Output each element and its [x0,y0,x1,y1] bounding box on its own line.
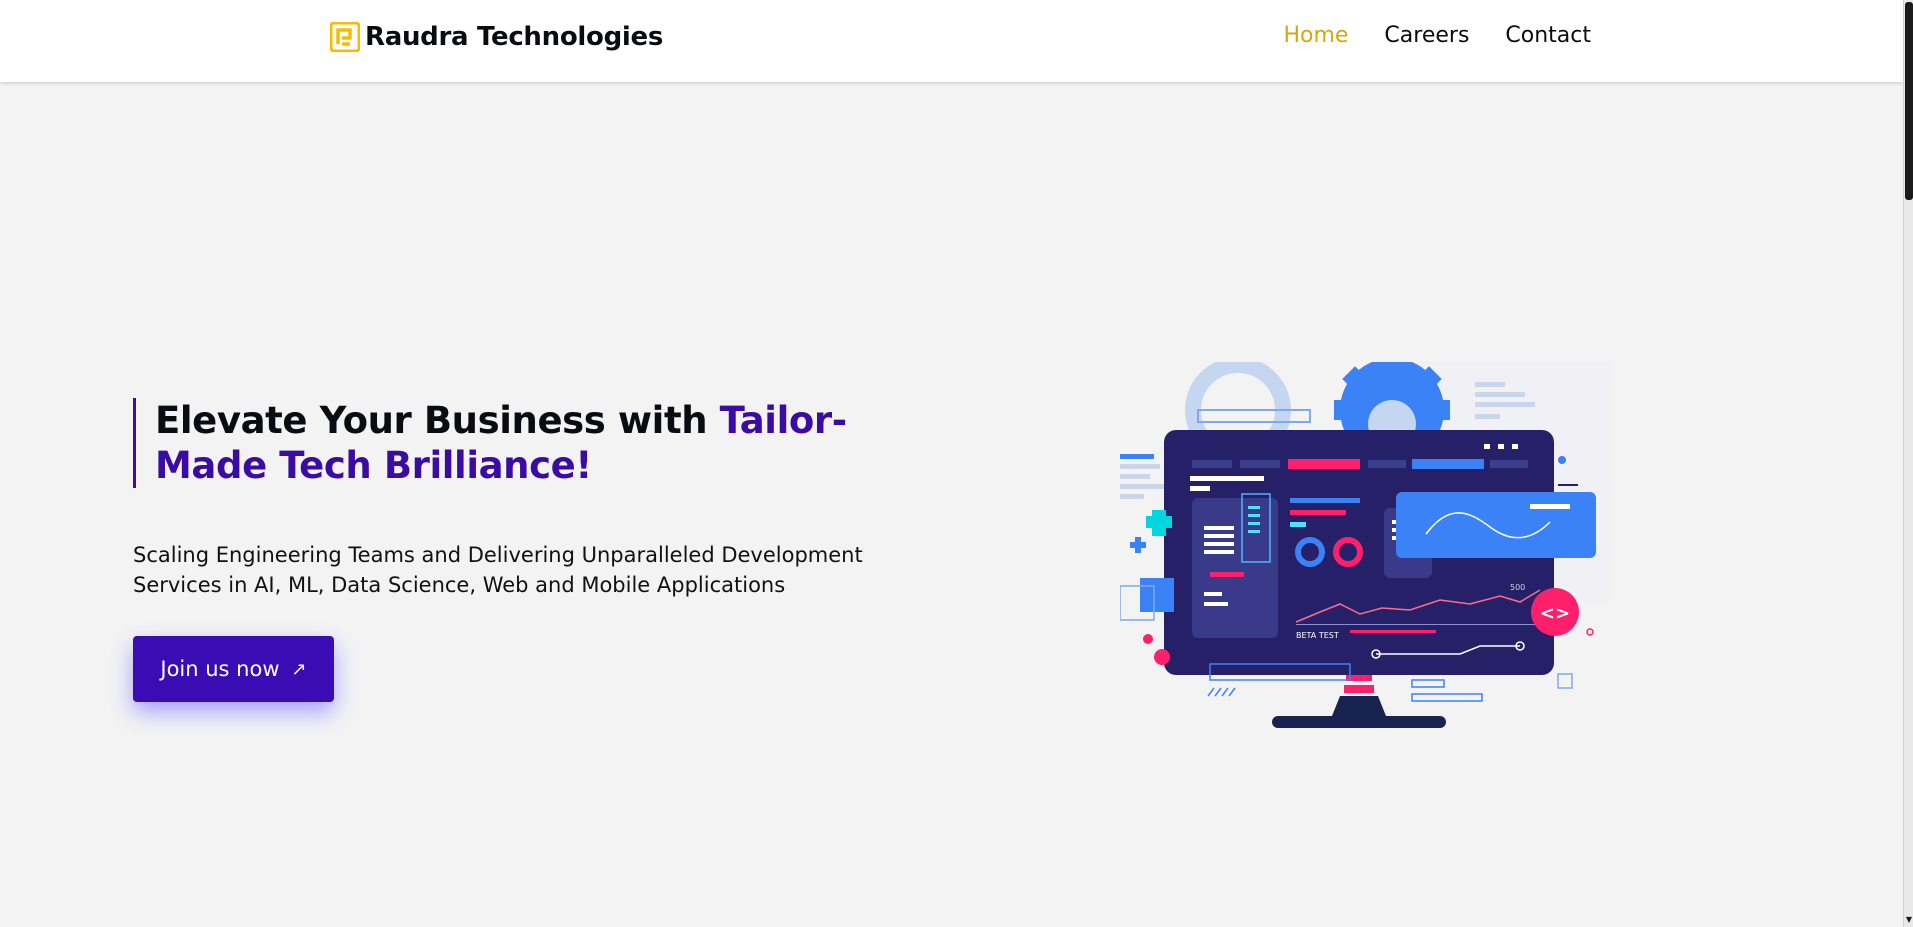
site-header: Raudra Technologies Home Careers Contact [0,0,1903,82]
arrow-up-right-icon: ↗ [291,658,307,680]
page-scrollbar[interactable]: ▼ [1903,0,1913,927]
brand-name: Raudra Technologies [365,22,664,52]
hero-subtitle: Scaling Engineering Teams and Delivering… [133,543,863,597]
computer-dashboard-illustration: BETA TEST 500 <> [1120,362,1610,728]
beta-test-label: BETA TEST [1296,631,1339,640]
nav-contact-link[interactable]: Contact [1505,23,1591,48]
hero-section: Elevate Your Business with Tailor-Made T… [133,398,933,600]
join-us-button[interactable]: Join us now ↗ [133,636,334,702]
join-us-label: Join us now [160,657,280,681]
code-badge: <> [1540,603,1570,624]
nav-careers-link[interactable]: Careers [1384,23,1469,48]
hero-headline: Elevate Your Business with Tailor-Made T… [133,398,873,488]
scrollbar-thumb[interactable] [1905,2,1913,200]
chart-value-label: 500 [1510,583,1525,592]
raudra-logo-icon [330,22,360,52]
brand[interactable]: Raudra Technologies [330,22,663,52]
headline-plain: Elevate Your Business with [155,399,720,442]
nav-home-link[interactable]: Home [1283,23,1348,48]
scroll-down-arrow-icon[interactable]: ▼ [1905,915,1913,925]
main-nav: Home Careers Contact [1247,23,1591,48]
